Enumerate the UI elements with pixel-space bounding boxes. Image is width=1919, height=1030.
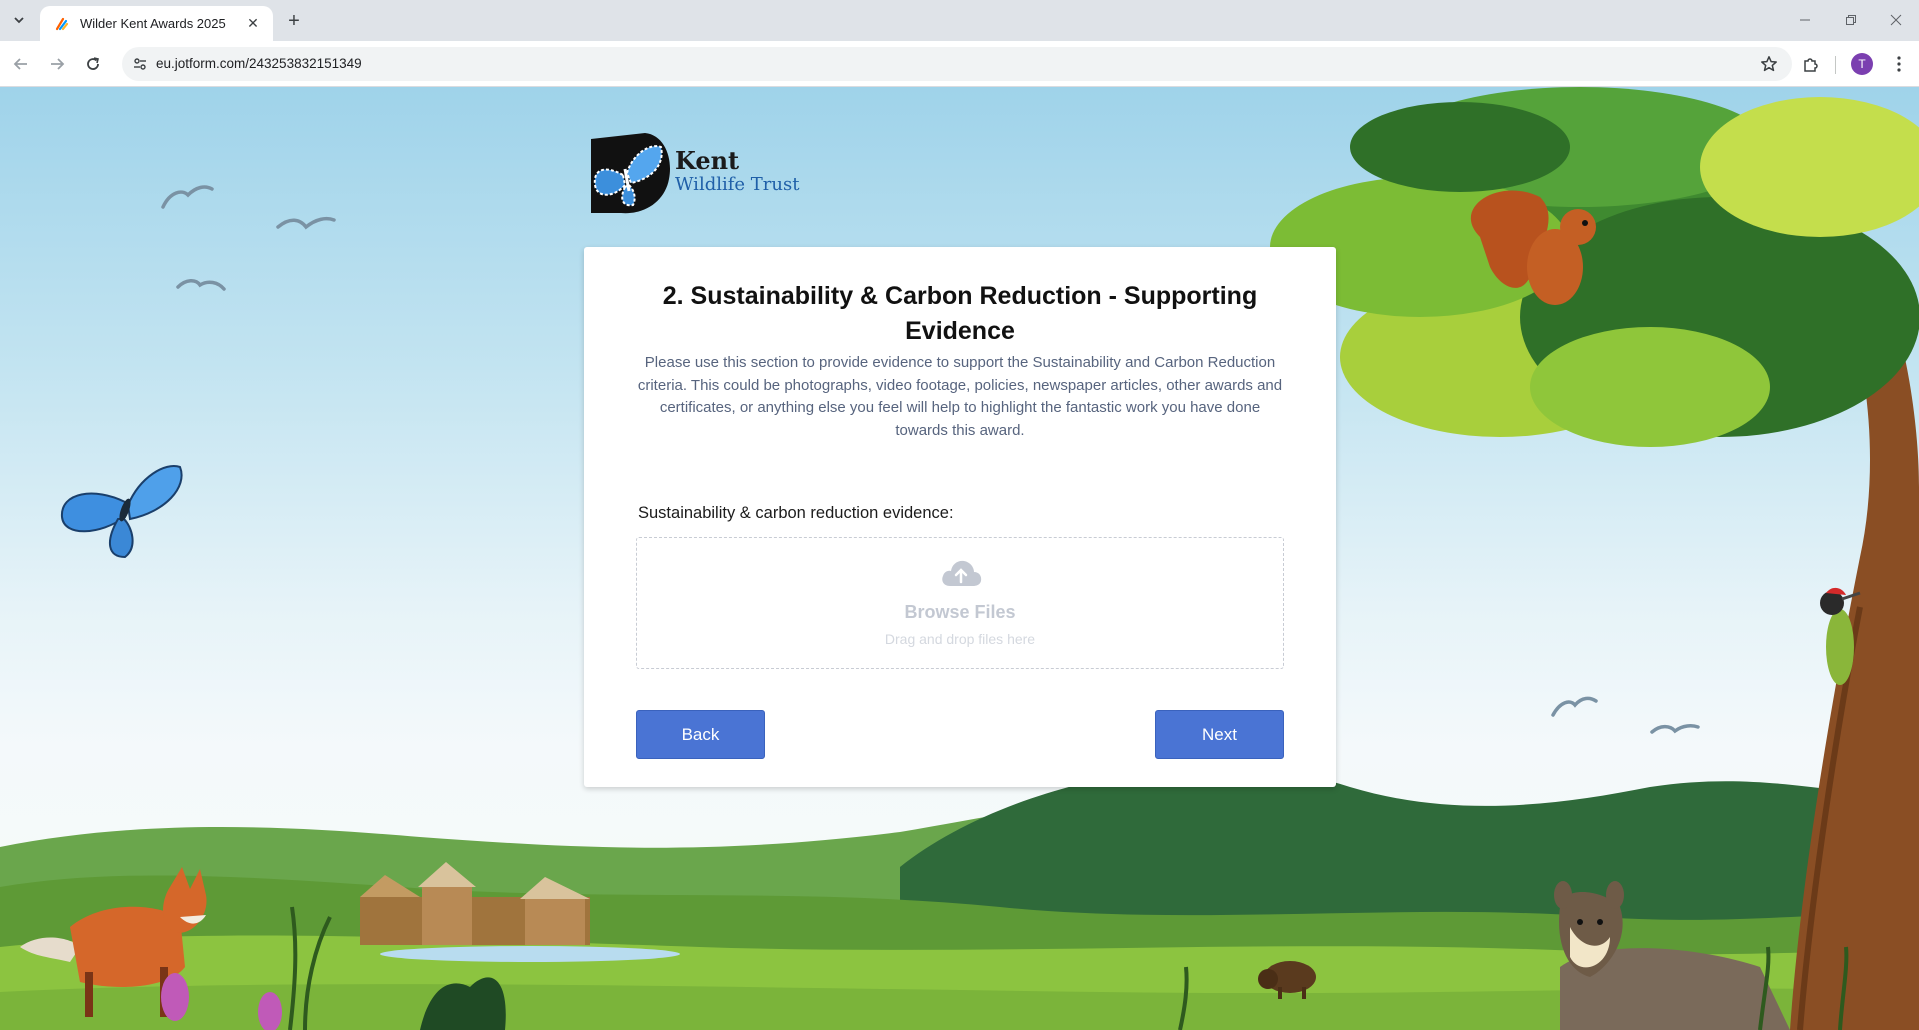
reload-icon	[87, 57, 99, 70]
browse-files-label[interactable]: Browse Files	[637, 602, 1283, 623]
tab-search-button[interactable]	[6, 8, 32, 32]
logo-subtitle: Wildlife Trust	[675, 174, 800, 195]
blue-butterfly	[60, 465, 183, 559]
new-tab-button[interactable]: +	[281, 8, 307, 34]
next-button[interactable]: Next	[1155, 710, 1284, 759]
back-nav-button[interactable]	[6, 49, 36, 79]
close-icon	[1890, 14, 1902, 26]
cloud-upload-icon	[942, 560, 982, 586]
jotform-favicon-icon	[55, 17, 69, 30]
file-upload-dropzone[interactable]: Browse Files Drag and drop files here	[636, 537, 1284, 669]
upload-field-label: Sustainability & carbon reduction eviden…	[638, 504, 954, 522]
back-button[interactable]: Back	[636, 710, 765, 759]
browser-menu-button[interactable]	[1884, 49, 1914, 79]
minimize-button[interactable]	[1782, 0, 1828, 40]
browser-tab-bar: Wilder Kent Awards 2025 ✕ +	[0, 0, 1919, 41]
more-vert-icon	[1897, 56, 1901, 72]
logo-title: Kent	[675, 146, 740, 175]
kent-wildlife-trust-logo: Kent Wildlife Trust	[585, 129, 815, 215]
browser-tab[interactable]: Wilder Kent Awards 2025 ✕	[40, 6, 273, 41]
chevron-down-icon	[14, 17, 24, 24]
restore-icon	[1846, 15, 1856, 25]
extensions-button[interactable]	[1796, 49, 1826, 79]
forward-nav-button[interactable]	[42, 49, 72, 79]
bookmark-star-icon[interactable]	[1758, 53, 1780, 75]
reload-button[interactable]	[78, 49, 108, 79]
url-text[interactable]: eu.jotform.com/243253832151349	[156, 56, 362, 71]
form-page: Kent Wildlife Trust 2. Sustainability & …	[0, 87, 1919, 1030]
form-card: 2. Sustainability & Carbon Reduction - S…	[584, 247, 1336, 787]
puzzle-icon	[1804, 58, 1818, 72]
window-close-button[interactable]	[1873, 0, 1919, 40]
tab-title: Wilder Kent Awards 2025	[80, 16, 226, 31]
butterfly-logo-icon	[591, 133, 670, 214]
browser-toolbar: eu.jotform.com/243253832151349 T	[0, 41, 1919, 87]
page-title: 2. Sustainability & Carbon Reduction - S…	[662, 282, 1258, 345]
page-description: Please use this section to provide evide…	[637, 354, 1283, 439]
close-icon[interactable]: ✕	[243, 14, 263, 34]
drag-drop-hint: Drag and drop files here	[884, 631, 1036, 647]
oak-tree-canopy	[1270, 87, 1919, 447]
arrow-left-icon	[13, 58, 27, 70]
address-bar[interactable]: eu.jotform.com/243253832151349	[122, 47, 1792, 81]
toolbar-divider	[1835, 56, 1836, 74]
arrow-right-icon	[51, 58, 65, 70]
site-info-icon[interactable]	[130, 54, 150, 74]
restore-button[interactable]	[1828, 0, 1874, 40]
profile-avatar[interactable]: T	[1851, 53, 1873, 75]
minimize-icon	[1800, 19, 1810, 21]
